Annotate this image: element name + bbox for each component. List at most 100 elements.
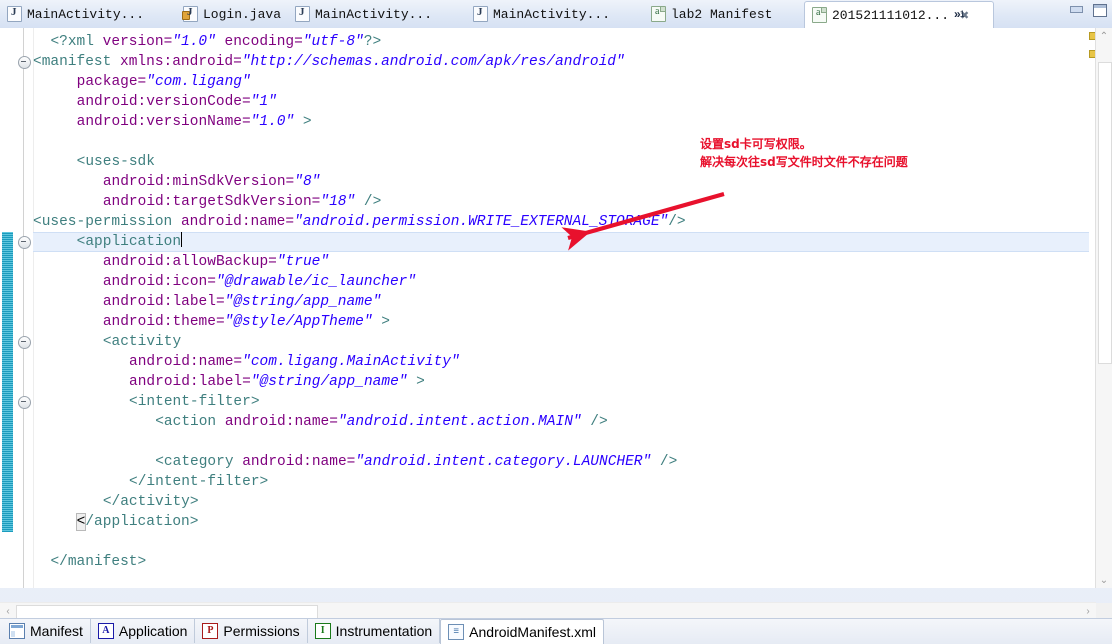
- editor-tab-label: 201521111012...: [832, 7, 950, 23]
- page-tab-label: Manifest: [30, 623, 83, 639]
- editor-tab-2[interactable]: Login.java: [176, 1, 288, 27]
- xml-source-editor[interactable]: <?xml version="1.0" encoding="utf-8"?> <m…: [0, 28, 1112, 588]
- code-text-area[interactable]: <?xml version="1.0" encoding="utf-8"?> <m…: [33, 28, 1089, 588]
- code-line[interactable]: <uses-sdk: [33, 152, 1089, 172]
- scroll-down-button[interactable]: ⌄: [1096, 572, 1112, 588]
- xml-source-icon: ≡: [448, 624, 465, 640]
- editor-page-tab-bar: Manifest A Application P Permissions I Instrum…: [0, 618, 1112, 644]
- fold-toggle-icon[interactable]: [18, 396, 31, 409]
- code-token: android:allowBackup=: [102, 254, 277, 270]
- code-token: "com.ligang": [146, 74, 251, 90]
- code-line[interactable]: </activity>: [33, 492, 1089, 512]
- code-token: "http://schemas.android.com/apk/res/andr…: [241, 54, 625, 70]
- code-line[interactable]: package="com.ligang": [33, 72, 1089, 92]
- editor-tab-label: Login.java: [203, 6, 282, 22]
- code-token: "android.intent.action.MAIN": [337, 414, 582, 430]
- code-line[interactable]: </intent-filter>: [33, 472, 1089, 492]
- scroll-right-button[interactable]: ›: [1080, 603, 1096, 619]
- code-token: </activity>: [102, 494, 199, 510]
- code-token: /application>: [85, 514, 199, 530]
- code-token: android:targetSdkVersion=: [102, 194, 321, 210]
- scroll-up-button[interactable]: ⌃: [1096, 28, 1112, 44]
- scrollbar-corner: [1096, 603, 1112, 619]
- editor-tab-3[interactable]: MainActivity...: [288, 1, 466, 27]
- code-line[interactable]: android:icon="@drawable/ic_launcher": [33, 272, 1089, 292]
- tab-overflow-button[interactable]: » 1: [948, 1, 971, 27]
- code-line[interactable]: </application>: [33, 512, 1089, 532]
- code-line[interactable]: android:label="@string/app_name" >: [33, 372, 1089, 392]
- editor-tab-bar: MainActivity... Login.java MainActivity...…: [0, 0, 1112, 29]
- page-tab-permissions[interactable]: P Permissions: [195, 619, 308, 643]
- code-line[interactable]: [33, 432, 1089, 452]
- editor-tab-1[interactable]: MainActivity...: [0, 1, 176, 27]
- annotation-line-1: 设置sd卡可写权限。: [700, 137, 812, 151]
- code-line[interactable]: [33, 532, 1089, 552]
- xml-file-icon: [651, 6, 666, 22]
- code-line[interactable]: android:versionName="1.0" >: [33, 112, 1089, 132]
- xml-file-icon: [812, 7, 827, 23]
- horizontal-scroll-thumb[interactable]: [16, 605, 318, 619]
- fold-toggle-icon[interactable]: [18, 56, 31, 69]
- fold-toggle-icon[interactable]: [18, 336, 31, 349]
- code-token: encoding=: [215, 34, 303, 50]
- scroll-left-button[interactable]: ‹: [0, 603, 16, 619]
- vertical-scroll-thumb[interactable]: [1098, 62, 1112, 364]
- manifest-icon: [9, 623, 25, 639]
- vertical-scroll-track[interactable]: [1096, 44, 1112, 572]
- code-token: </manifest>: [50, 554, 147, 570]
- java-file-icon: [473, 6, 488, 22]
- code-token: "@drawable/ic_launcher": [215, 274, 417, 290]
- code-token: <uses-sdk: [76, 154, 155, 170]
- code-token: <intent-filter>: [129, 394, 260, 410]
- code-token: android:label=: [129, 374, 251, 390]
- editor-page-tab-list: Manifest A Application P Permissions I Instrum…: [2, 619, 604, 644]
- code-line[interactable]: <manifest xmlns:android="http://schemas.…: [33, 52, 1089, 72]
- code-line[interactable]: android:versionCode="1": [33, 92, 1089, 112]
- code-token: <application: [76, 234, 182, 250]
- text-cursor: [181, 232, 183, 247]
- page-tab-instrumentation[interactable]: I Instrumentation: [308, 619, 441, 643]
- code-line[interactable]: android:name="com.ligang.MainActivity": [33, 352, 1089, 372]
- code-token: "1.0": [250, 114, 295, 130]
- code-line[interactable]: <category android:name="android.intent.c…: [33, 452, 1089, 472]
- code-token: ?>: [363, 34, 382, 50]
- code-line[interactable]: <action android:name="android.intent.act…: [33, 412, 1089, 432]
- page-tab-label: Application: [118, 623, 188, 639]
- horizontal-scrollbar[interactable]: ‹ ›: [0, 602, 1096, 619]
- application-a-icon: A: [97, 623, 114, 639]
- page-tab-label: AndroidManifest.xml: [469, 624, 596, 640]
- editor-marker-bar[interactable]: [0, 28, 16, 588]
- red-arrow-icon: [561, 191, 725, 251]
- code-line[interactable]: <intent-filter>: [33, 392, 1089, 412]
- editor-tab-label: MainActivity...: [315, 6, 433, 22]
- page-tab-label: Instrumentation: [335, 623, 433, 639]
- maximize-icon[interactable]: [1092, 3, 1108, 17]
- code-line[interactable]: </manifest>: [33, 552, 1089, 572]
- code-line[interactable]: android:label="@string/app_name": [33, 292, 1089, 312]
- change-indicator-bar: [2, 232, 13, 532]
- code-token: <uses-permission: [33, 214, 181, 230]
- vertical-scrollbar[interactable]: ⌃ ⌄: [1095, 28, 1112, 588]
- fold-toggle-icon[interactable]: [18, 236, 31, 249]
- code-line[interactable]: <?xml version="1.0" encoding="utf-8"?>: [33, 32, 1089, 52]
- minimize-icon[interactable]: [1068, 3, 1084, 17]
- code-token: android:name=: [129, 354, 243, 370]
- editor-tab-4[interactable]: MainActivity...: [466, 1, 644, 27]
- code-token: "@style/AppTheme": [224, 314, 373, 330]
- code-token: "utf-8": [302, 34, 364, 50]
- java-file-locked-icon: [182, 6, 198, 22]
- page-tab-application[interactable]: A Application: [91, 619, 196, 643]
- code-line[interactable]: [33, 132, 1089, 152]
- code-token: "@string/app_name": [224, 294, 382, 310]
- code-token: </intent-filter>: [129, 474, 269, 490]
- page-tab-label: Permissions: [223, 623, 300, 639]
- code-folding-gutter[interactable]: [15, 28, 34, 588]
- page-tab-androidmanifest-xml[interactable]: ≡ AndroidManifest.xml: [440, 619, 604, 644]
- code-token: <category: [155, 454, 243, 470]
- page-tab-manifest[interactable]: Manifest: [2, 619, 91, 643]
- code-line[interactable]: <activity: [33, 332, 1089, 352]
- editor-tab-label: MainActivity...: [27, 6, 145, 22]
- code-token: version=: [102, 34, 173, 50]
- code-line[interactable]: android:theme="@style/AppTheme" >: [33, 312, 1089, 332]
- editor-tab-5[interactable]: lab2 Manifest: [644, 1, 804, 27]
